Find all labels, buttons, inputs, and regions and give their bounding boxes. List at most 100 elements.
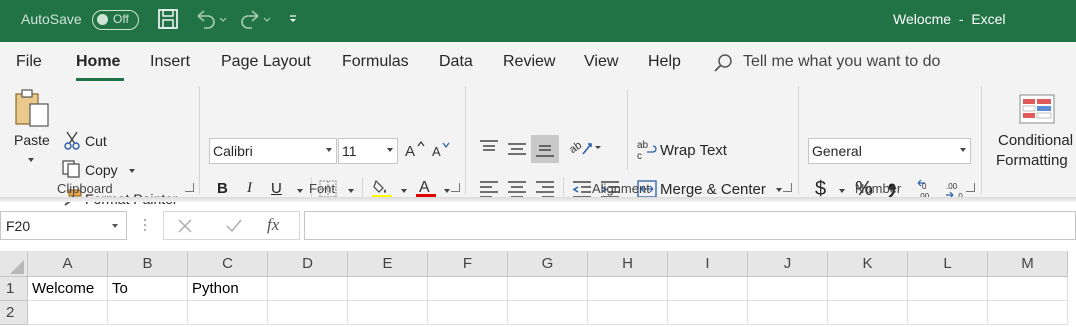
cell-h2[interactable] [588, 301, 668, 325]
cell-j1[interactable] [748, 277, 828, 301]
select-all-corner[interactable] [0, 251, 28, 277]
save-icon[interactable] [157, 8, 179, 32]
column-header-g[interactable]: G [508, 251, 588, 277]
tab-page-layout[interactable]: Page Layout [221, 53, 311, 71]
copy-dropdown-icon[interactable] [129, 169, 135, 173]
customize-qat-icon[interactable] [288, 8, 298, 32]
column-header-a[interactable]: A [28, 251, 108, 277]
paste-dropdown-icon[interactable] [28, 158, 34, 162]
column-header-k[interactable]: K [828, 251, 908, 277]
accounting-dropdown-icon[interactable] [839, 189, 845, 193]
cell-b1[interactable]: To [108, 277, 188, 301]
cell-j2[interactable] [748, 301, 828, 325]
number-format-select[interactable]: General [808, 138, 971, 164]
cell-b2[interactable] [108, 301, 188, 325]
alignment-launcher-icon[interactable] [783, 183, 792, 192]
font-name-select[interactable]: Calibri [209, 138, 337, 164]
undo-icon[interactable] [194, 8, 228, 32]
cut-icon[interactable] [63, 130, 81, 155]
cell-f1[interactable] [428, 277, 508, 301]
font-color-dropdown-icon[interactable] [444, 189, 450, 193]
cell-e2[interactable] [348, 301, 428, 325]
middle-align-icon[interactable] [506, 138, 528, 165]
tab-formulas[interactable]: Formulas [342, 53, 409, 71]
cell-h1[interactable] [588, 277, 668, 301]
column-header-h[interactable]: H [588, 251, 668, 277]
name-box[interactable]: F20 [0, 211, 127, 240]
cell-f2[interactable] [428, 301, 508, 325]
cell-i2[interactable] [668, 301, 748, 325]
column-header-c[interactable]: C [188, 251, 268, 277]
cell-d1[interactable] [268, 277, 348, 301]
paste-icon[interactable] [13, 88, 53, 133]
column-header-b[interactable]: B [108, 251, 188, 277]
font-launcher-icon[interactable] [451, 183, 460, 192]
copy-button[interactable]: Copy [85, 162, 118, 178]
cell-l2[interactable] [908, 301, 988, 325]
toggle-knob [97, 14, 108, 25]
tab-data[interactable]: Data [439, 53, 473, 71]
tab-review[interactable]: Review [503, 53, 555, 71]
row-header-1[interactable]: 1 [0, 277, 28, 301]
column-header-m[interactable]: M [988, 251, 1068, 277]
top-align-icon[interactable] [478, 138, 500, 165]
cell-k1[interactable] [828, 277, 908, 301]
row-header-2[interactable]: 2 [0, 301, 28, 325]
cut-button[interactable]: Cut [85, 133, 107, 149]
cell-e1[interactable] [348, 277, 428, 301]
column-header-i[interactable]: I [668, 251, 748, 277]
conditional-formatting-icon[interactable] [1019, 94, 1055, 129]
cell-g1[interactable] [508, 277, 588, 301]
cell-a2[interactable] [28, 301, 108, 325]
cell-l1[interactable] [908, 277, 988, 301]
font-size-select[interactable]: 11 [338, 138, 398, 164]
autosave-toggle[interactable]: Off [92, 10, 139, 30]
cell-c1[interactable]: Python [188, 277, 268, 301]
number-launcher-icon[interactable] [966, 183, 975, 192]
bottom-align-icon[interactable] [531, 135, 559, 163]
conditional-formatting-label-1[interactable]: Conditional [998, 132, 1073, 149]
borders-dropdown-icon[interactable] [348, 189, 354, 193]
decrease-font-size-icon[interactable]: A [431, 140, 453, 165]
cell-d2[interactable] [268, 301, 348, 325]
tab-help[interactable]: Help [648, 53, 681, 71]
increase-decimal-icon[interactable]: 0.00 [916, 178, 940, 207]
tab-home[interactable]: Home [76, 53, 120, 71]
tab-file[interactable]: File [16, 53, 42, 71]
clipboard-launcher-icon[interactable] [185, 183, 194, 192]
italic-button[interactable]: I [247, 180, 252, 197]
cell-c2[interactable] [188, 301, 268, 325]
decrease-decimal-icon[interactable]: .00.0 [944, 178, 968, 207]
enter-check-icon[interactable] [225, 218, 243, 239]
column-header-l[interactable]: L [908, 251, 988, 277]
tab-insert[interactable]: Insert [150, 53, 190, 71]
insert-function-button[interactable]: fx [267, 215, 279, 235]
cell-g2[interactable] [508, 301, 588, 325]
redo-icon[interactable] [238, 8, 272, 32]
column-header-d[interactable]: D [268, 251, 348, 277]
underline-button[interactable]: U [271, 180, 282, 197]
cell-m2[interactable] [988, 301, 1068, 325]
merge-center-button[interactable]: Merge & Center [660, 181, 766, 198]
cell-i1[interactable] [668, 277, 748, 301]
fill-color-dropdown-icon[interactable] [401, 189, 407, 193]
cell-m1[interactable] [988, 277, 1068, 301]
cell-a1[interactable]: Welcome [28, 277, 108, 301]
formula-input[interactable] [304, 211, 1076, 240]
merge-dropdown-icon[interactable] [776, 188, 782, 192]
cancel-icon[interactable] [177, 218, 193, 239]
underline-dropdown-icon[interactable] [297, 189, 303, 193]
column-header-f[interactable]: F [428, 251, 508, 277]
bold-button[interactable]: B [217, 180, 228, 197]
wrap-text-icon[interactable]: ab c [637, 139, 659, 166]
tab-view[interactable]: View [584, 53, 618, 71]
chevron-down-icon [960, 148, 966, 152]
increase-font-size-icon[interactable]: A [404, 140, 426, 165]
paste-button-label[interactable]: Paste [14, 132, 50, 148]
column-header-e[interactable]: E [348, 251, 428, 277]
conditional-formatting-label-2[interactable]: Formatting [996, 152, 1068, 169]
column-header-j[interactable]: J [748, 251, 828, 277]
orientation-icon[interactable]: ab [567, 136, 603, 165]
wrap-text-button[interactable]: Wrap Text [660, 142, 727, 159]
cell-k2[interactable] [828, 301, 908, 325]
